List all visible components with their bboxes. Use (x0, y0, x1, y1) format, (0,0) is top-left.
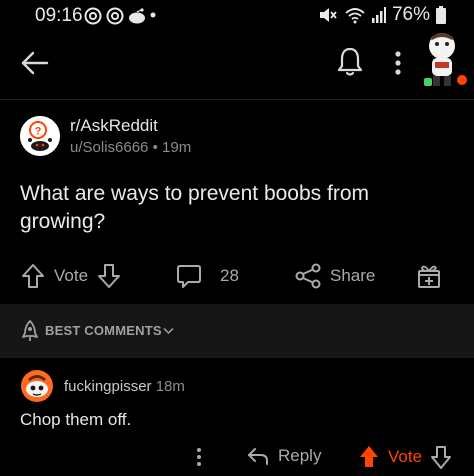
status-bar: 09:16 76% (0, 0, 474, 30)
subreddit-name[interactable]: r/AskReddit (70, 116, 158, 136)
signal-icon (371, 7, 386, 23)
comment-sort-bar[interactable]: BEST COMMENTS (0, 304, 474, 358)
comment-vote-control: Vote (358, 444, 452, 470)
comment-author[interactable]: fuckingpisser (64, 378, 152, 395)
vote-control: Vote (20, 262, 122, 290)
wifi-icon (345, 8, 365, 24)
comment-icon (177, 265, 201, 288)
comment-action-bar: Reply Vote (0, 440, 474, 472)
threads-icon (106, 7, 124, 25)
vote-label: Vote (54, 266, 89, 285)
post-meta: u/Solis6666 • 19m (70, 139, 191, 156)
downvote-icon[interactable] (96, 262, 122, 290)
comment-body: Chop them off. (20, 410, 132, 429)
chevron-down-icon (163, 327, 174, 335)
dot-icon (150, 12, 156, 18)
reply-label: Reply (278, 446, 322, 465)
more-options-icon[interactable] (192, 446, 206, 468)
upvote-active-icon[interactable] (358, 444, 380, 470)
comment-age: 18m (155, 378, 185, 395)
sort-label: BEST COMMENTS (45, 323, 162, 338)
upvote-icon[interactable] (20, 262, 46, 290)
commenter-avatar[interactable] (20, 369, 54, 403)
svg-text:?: ? (35, 126, 42, 138)
kebab-menu-icon[interactable] (390, 48, 406, 78)
reply-icon (248, 448, 268, 465)
comments-button[interactable]: 28 (176, 262, 239, 290)
award-icon[interactable] (416, 262, 442, 290)
app-header (0, 30, 474, 96)
comment-vote-label: Vote (388, 447, 423, 466)
battery-icon (436, 6, 446, 24)
header-divider (0, 99, 474, 100)
meta-separator: • (152, 139, 158, 156)
subreddit-icon[interactable]: ? (20, 116, 60, 156)
battery-percentage: 76% (391, 4, 430, 25)
downvote-icon[interactable] (430, 444, 452, 470)
reddit-icon (129, 8, 145, 24)
bell-icon[interactable] (336, 46, 364, 78)
share-button[interactable]: Share (294, 262, 375, 290)
comment-meta: fuckingpisser 18m (64, 378, 185, 395)
reply-button[interactable]: Reply (246, 446, 321, 466)
rocket-icon (22, 320, 38, 341)
post-age: 19m (162, 139, 192, 156)
mute-icon (319, 8, 337, 22)
share-label: Share (330, 266, 376, 285)
user-avatar[interactable] (418, 30, 470, 92)
share-icon (295, 263, 321, 289)
post-title: What are ways to prevent boobs from grow… (20, 182, 369, 233)
back-arrow-icon[interactable] (20, 48, 50, 78)
threads-icon (84, 7, 102, 25)
post-action-bar: Vote 28 Share (0, 258, 474, 298)
post-author[interactable]: u/Solis6666 (70, 139, 148, 156)
status-time: 09:16 (35, 5, 83, 26)
comment-count: 28 (220, 266, 239, 285)
